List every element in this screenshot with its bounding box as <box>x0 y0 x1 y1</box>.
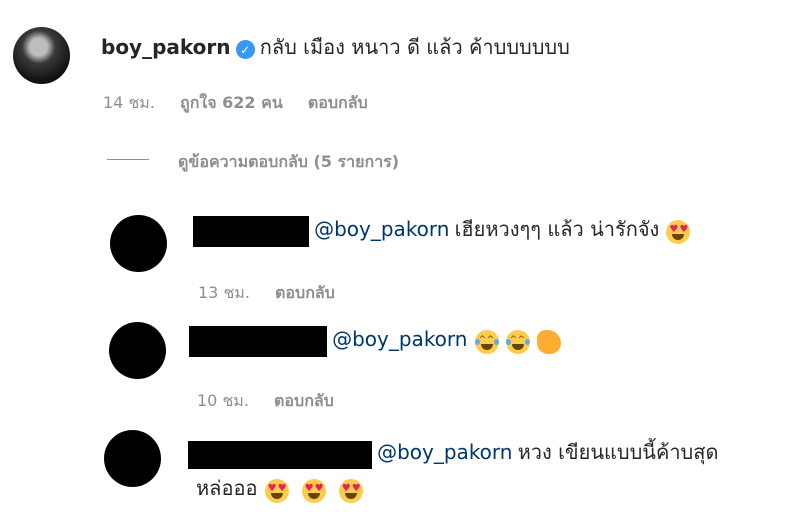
joy-emoji-icon: ^ ^ <box>474 329 499 354</box>
username[interactable]: boy_pakorn <box>101 35 231 59</box>
verified-badge-icon: ✓ <box>235 40 255 59</box>
avatar[interactable] <box>104 430 161 487</box>
reply-comment: @boy_pakorn หวง เขียนแบบนี้ค้าบสุด <box>188 436 718 469</box>
clap-emoji-icon <box>536 329 561 354</box>
comment-meta: 14 ชม. ถูกใจ 622 คน ตอบกลับ <box>103 91 368 116</box>
timestamp: 14 ชม. <box>103 93 155 112</box>
avatar[interactable] <box>110 215 167 272</box>
mention-link[interactable]: @boy_pakorn <box>332 327 467 351</box>
reply-button[interactable]: ตอบกลับ <box>274 391 334 410</box>
comment-text: หวง เขียนแบบนี้ค้าบสุด <box>517 440 719 464</box>
redacted-username <box>193 216 309 247</box>
reply-comment: @boy_pakorn ^ ^ ^ ^ <box>189 326 561 357</box>
reply-button[interactable]: ตอบกลับ <box>275 283 335 302</box>
timestamp: 13 ชม. <box>198 283 250 302</box>
comment-text: หล่อออ <box>196 476 258 500</box>
comment-meta: 10 ชม. ตอบกลับ <box>197 389 334 414</box>
reply-comment-line2: หล่อออ ♥ ♥ ♥ ♥ ♥ ♥ <box>196 472 363 504</box>
reply-button[interactable]: ตอบกลับ <box>308 93 368 112</box>
divider <box>107 159 149 160</box>
redacted-username <box>189 326 327 357</box>
mention-link[interactable]: @boy_pakorn <box>377 440 512 464</box>
comment-text: เฮียหวงๆๆ แล้ว น่ารักจัง <box>454 217 660 241</box>
avatar[interactable] <box>109 322 166 379</box>
redacted-username <box>188 440 372 469</box>
reply-comment: @boy_pakorn เฮียหวงๆๆ แล้ว น่ารักจัง ♥ ♥ <box>193 213 691 247</box>
main-comment: boy_pakorn ✓ กลับ เมือง หนาว ดี แล้ว ค้า… <box>101 31 570 63</box>
heart-eyes-emoji-icon: ♥ ♥ <box>666 219 691 244</box>
heart-eyes-emoji-icon: ♥ ♥ <box>301 478 326 503</box>
avatar[interactable] <box>13 27 70 84</box>
likes-count[interactable]: ถูกใจ 622 คน <box>180 93 283 112</box>
joy-emoji-icon: ^ ^ <box>505 329 530 354</box>
comment-text: กลับ เมือง หนาว ดี แล้ว ค้าบบบบบบ <box>259 35 570 59</box>
comment-meta: 13 ชม. ตอบกลับ <box>198 281 335 306</box>
timestamp: 10 ชม. <box>197 391 249 410</box>
heart-eyes-emoji-icon: ♥ ♥ <box>338 478 363 503</box>
heart-eyes-emoji-icon: ♥ ♥ <box>264 478 289 503</box>
view-replies-button[interactable]: ดูข้อความตอบกลับ (5 รายการ) <box>178 150 399 175</box>
mention-link[interactable]: @boy_pakorn <box>314 217 449 241</box>
